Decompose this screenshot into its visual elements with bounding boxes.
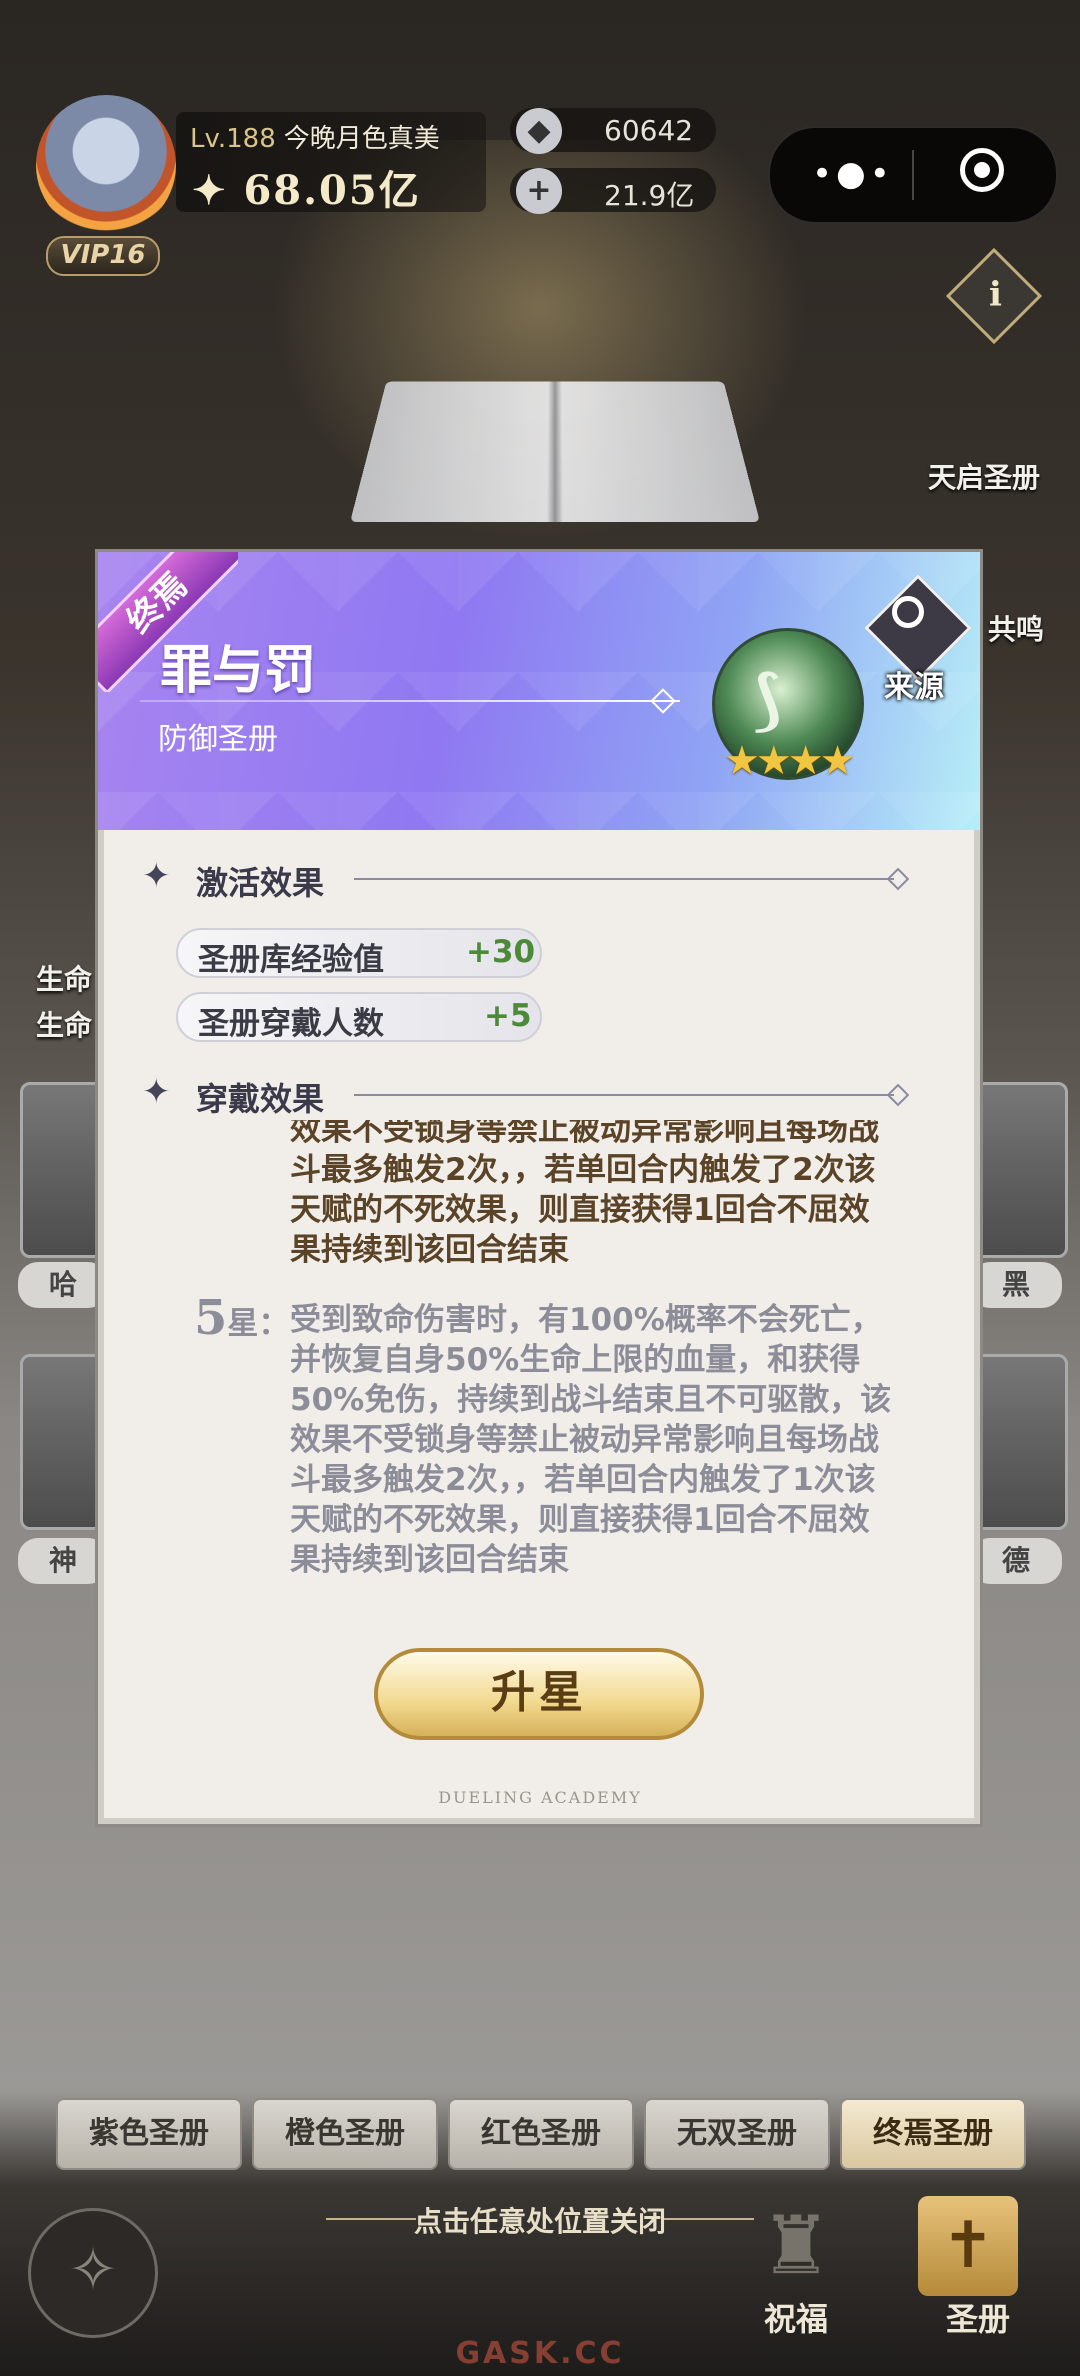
capsule-divider [912, 150, 914, 200]
stat-value: +5 [484, 998, 532, 1034]
section-divider [354, 1094, 894, 1096]
text-line: 并恢复自身50%生命上限的血量，和获得 [290, 1342, 861, 1378]
text-line: 50%免伤，持续到战斗结束且不可驱散，该 [290, 1382, 892, 1418]
coin-icon[interactable]: + [516, 168, 562, 214]
open-book-decoration [350, 381, 760, 523]
more-menu-icon[interactable]: •●• [812, 154, 894, 194]
tab-unique[interactable]: 无双圣册 [644, 2098, 830, 2170]
wear-title: 穿戴效果 [196, 1080, 325, 1118]
coin-value: 21.9亿 [604, 179, 695, 212]
text-line: 效果不受锁身等禁止被动异常影响且每场战 [290, 1422, 879, 1458]
nav-back-button[interactable]: ✧ [28, 2208, 158, 2338]
combat-power: ✦ 68.05亿 [192, 167, 421, 214]
title-divider [140, 700, 680, 702]
text-line: 天赋的不死效果，则直接获得1回合不屈效 [290, 1502, 870, 1538]
level-value: 188 [226, 124, 276, 154]
sparkle-icon: ✦ [142, 856, 171, 896]
active-tier-text: 效果不受锁身等禁止被动异常影响且每场战 斗最多触发2次，，若单回合内触发了2次该… [290, 1120, 930, 1270]
activation-title: 激活效果 [196, 864, 325, 902]
text-line: 天赋的不死效果，则直接获得1回合不屈效 [290, 1192, 870, 1228]
emblem-icon: ✧ [67, 2235, 119, 2305]
left-stat-label-2: 生命 [36, 1009, 93, 1042]
right-card-1[interactable] [972, 1082, 1068, 1258]
tianqi-label[interactable]: 天启圣册 [928, 456, 1040, 496]
tab-ultimate[interactable]: 终焉圣册 [840, 2098, 1026, 2170]
text-line: 果持续到该回合结束 [290, 1542, 569, 1578]
holy-book-icon[interactable]: ✝ [918, 2196, 1018, 2296]
emblem-glyph-icon: ⟆ [752, 660, 783, 738]
tier-star-char: 星： [227, 1306, 290, 1342]
mini-program-capsule: •●• [768, 126, 1058, 224]
book-type: 防御圣册 [158, 722, 278, 757]
source-label[interactable]: 来源 [884, 662, 944, 706]
close-target-icon[interactable] [960, 148, 1004, 192]
wear-effect-scroll[interactable]: 效果不受锁身等禁止被动异常影响且每场战 斗最多触发2次，，若单回合内触发了2次该… [140, 1120, 940, 1660]
text-line: 受到致命伤害时，有100%概率不会死亡， [290, 1302, 882, 1338]
player-name: 今晚月色真美 [283, 124, 440, 154]
section-divider [354, 878, 894, 880]
tab-orange[interactable]: 橙色圣册 [252, 2098, 438, 2170]
stat-label: 圣册穿戴人数 [198, 1006, 384, 1042]
gongming-label[interactable]: 共鸣 [988, 608, 1044, 648]
nav-blessing[interactable]: 祝福 [764, 2294, 828, 2340]
text-line: 效果不受锁身等禁止被动异常影响且每场战 [290, 1120, 879, 1148]
right-card-1-name: 黑 [970, 1262, 1062, 1308]
vip-badge: VIP16 [46, 236, 160, 276]
player-level: Lv.188 今晚月色真美 [190, 118, 440, 155]
text-line: 果持续到该回合结束 [290, 1232, 569, 1268]
dialog-footer: DUELING ACADEMY [438, 1788, 642, 1807]
avatar[interactable] [36, 95, 176, 235]
tab-purple[interactable]: 紫色圣册 [56, 2098, 242, 2170]
next-tier-text: 受到致命伤害时，有100%概率不会死亡， 并恢复自身50%生命上限的血量，和获得… [290, 1300, 930, 1580]
upgrade-star-button[interactable]: 升星 [374, 1648, 704, 1740]
right-card-2[interactable] [972, 1354, 1068, 1530]
magnifier-icon[interactable] [892, 596, 924, 628]
helmet-icon[interactable]: ♜ [746, 2196, 846, 2296]
info-icon: i [988, 274, 1002, 315]
stat-value: +30 [466, 934, 536, 970]
sparkle-icon: ✦ [142, 1072, 171, 1112]
book-title: 罪与罚 [160, 640, 317, 701]
level-prefix: Lv. [190, 124, 227, 154]
right-card-2-name: 德 [970, 1538, 1062, 1584]
diamond-icon[interactable]: ◆ [516, 108, 562, 154]
info-button[interactable]: i [945, 247, 1043, 345]
text-line: 斗最多触发2次，，若单回合内触发了1次该 [290, 1462, 876, 1498]
tier-star-number: 5 [194, 1290, 228, 1346]
tier-label: 5星： [194, 1290, 289, 1346]
left-card-2-name: 神 [18, 1538, 108, 1584]
tab-red[interactable]: 红色圣册 [448, 2098, 634, 2170]
text-line: 斗最多触发2次，，若单回合内触发了2次该 [290, 1152, 876, 1188]
stat-label: 圣册库经验值 [198, 942, 384, 978]
left-card-1-name: 哈 [18, 1262, 108, 1308]
book-stars: ★★★★ [724, 738, 855, 784]
hint-divider-right [664, 2218, 754, 2220]
power-value: 68.05亿 [243, 167, 421, 214]
nav-holy-book[interactable]: 圣册 [946, 2294, 1010, 2340]
diamond-value: 60642 [604, 114, 694, 147]
watermark: GASK.CC [455, 2336, 625, 2371]
left-stat-label-1: 生命 [36, 963, 93, 996]
